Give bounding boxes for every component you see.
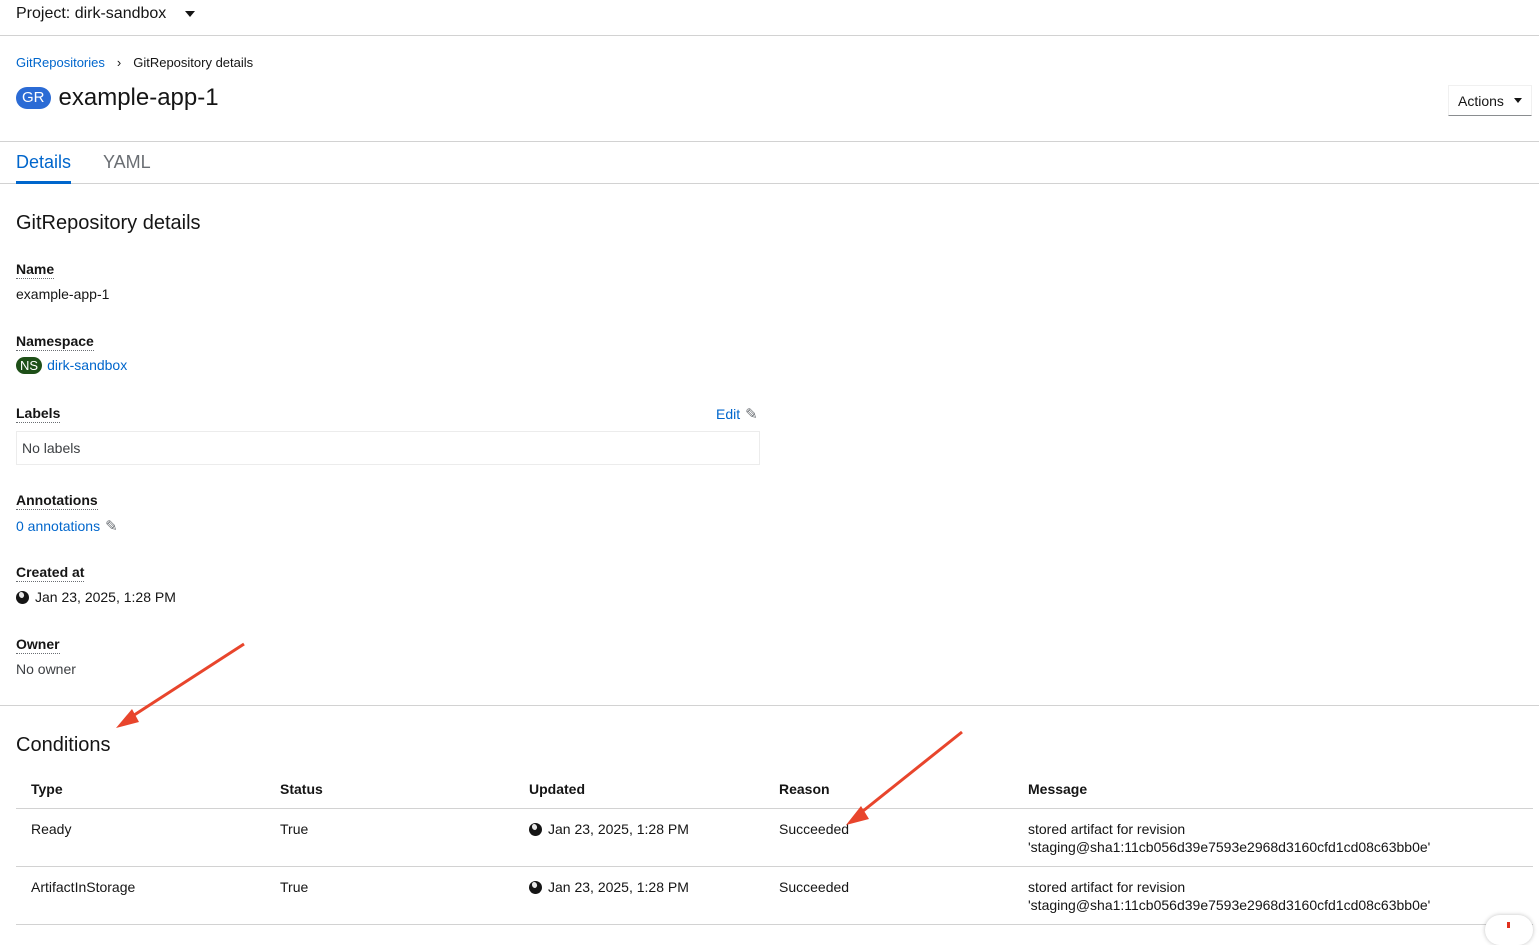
tab-yaml[interactable]: YAML — [103, 152, 151, 173]
condition-updated: Jan 23, 2025, 1:28 PM — [514, 866, 764, 925]
condition-status: True — [265, 866, 514, 925]
caret-down-icon — [1514, 98, 1522, 103]
condition-updated-timestamp: Jan 23, 2025, 1:28 PM — [548, 879, 689, 895]
column-header-reason: Reason — [764, 770, 1013, 809]
created-at-timestamp: Jan 23, 2025, 1:28 PM — [35, 589, 176, 605]
globe-icon — [529, 823, 542, 836]
conditions-section-title: Conditions — [16, 734, 111, 756]
namespace-link[interactable]: dirk-sandbox — [47, 357, 127, 373]
labels-edit-label: Edit — [716, 406, 741, 422]
condition-reason: Succeeded — [764, 866, 1013, 925]
name-value: example-app-1 — [16, 286, 110, 302]
conditions-table: Type Status Updated Reason Message Ready… — [16, 770, 1533, 925]
namespace-label: Namespace — [16, 333, 94, 351]
labels-edit-button[interactable]: Edit ✎ — [716, 405, 758, 423]
created-at-label: Created at — [16, 564, 85, 582]
actions-label: Actions — [1458, 92, 1504, 109]
caret-down-icon — [185, 11, 196, 17]
condition-message: stored artifact for revision 'staging@sha… — [1013, 808, 1533, 867]
condition-updated: Jan 23, 2025, 1:28 PM — [514, 808, 764, 867]
namespace-badge: NS — [16, 357, 43, 374]
annotation-arrow-conditions — [116, 642, 245, 728]
column-header-type: Type — [16, 770, 265, 809]
condition-type: ArtifactInStorage — [16, 866, 265, 925]
condition-reason: Succeeded — [764, 808, 1013, 867]
condition-message: stored artifact for revision 'staging@sha… — [1013, 866, 1533, 925]
annotations-value: 0 annotations ✎ — [16, 517, 118, 535]
column-header-message: Message — [1013, 770, 1533, 809]
breadcrumb-gitrepositories-link[interactable]: GitRepositories — [16, 55, 105, 70]
owner-label: Owner — [16, 636, 60, 654]
globe-icon — [529, 881, 542, 894]
page-title: example-app-1 — [58, 84, 219, 111]
annotations-label: Annotations — [16, 492, 98, 510]
resource-badge-gr: GR — [16, 87, 51, 109]
details-section-title: GitRepository details — [16, 212, 201, 234]
globe-icon — [16, 591, 29, 604]
pencil-icon[interactable]: ✎ — [105, 517, 118, 535]
breadcrumb-current: GitRepository details — [133, 55, 254, 70]
condition-type: Ready — [16, 808, 265, 867]
project-selector[interactable]: Project: dirk-sandbox — [16, 5, 196, 23]
project-bar: Project: dirk-sandbox — [0, 0, 1539, 36]
page-title-row: GR example-app-1 — [16, 84, 219, 112]
tab-details[interactable]: Details — [16, 152, 72, 184]
floating-help-button[interactable] — [1485, 915, 1533, 945]
actions-dropdown-button[interactable]: Actions — [1448, 85, 1532, 116]
condition-updated-timestamp: Jan 23, 2025, 1:28 PM — [548, 821, 689, 837]
chevron-right-icon: › — [116, 55, 122, 70]
created-at-value: Jan 23, 2025, 1:28 PM — [16, 589, 176, 605]
tab-bar: Details YAML — [0, 142, 1539, 184]
namespace-value: NS dirk-sandbox — [16, 357, 127, 374]
name-label: Name — [16, 261, 55, 279]
condition-status: True — [265, 808, 514, 867]
condition-message-line: 'staging@sha1:11cb056d39e7593e2968d3160c… — [1028, 839, 1431, 855]
table-row: Ready True Jan 23, 2025, 1:28 PM Succeed… — [16, 808, 1533, 867]
pencil-icon: ✎ — [745, 406, 758, 423]
table-header-row: Type Status Updated Reason Message — [16, 770, 1533, 809]
column-header-status: Status — [265, 770, 514, 809]
labels-value: No labels — [22, 440, 81, 456]
divider — [0, 705, 1539, 706]
breadcrumb: GitRepositories › GitRepository details — [16, 55, 253, 70]
condition-message-line: stored artifact for revision — [1028, 879, 1186, 895]
table-row: ArtifactInStorage True Jan 23, 2025, 1:2… — [16, 866, 1533, 925]
labels-label: Labels — [16, 405, 61, 423]
labels-box: No labels — [16, 431, 760, 465]
condition-message-line: 'staging@sha1:11cb056d39e7593e2968d3160c… — [1028, 897, 1431, 913]
condition-message-line: stored artifact for revision — [1028, 821, 1186, 837]
owner-value: No owner — [16, 661, 76, 677]
annotations-link[interactable]: 0 annotations — [16, 518, 100, 534]
column-header-updated: Updated — [514, 770, 764, 809]
project-label: Project: dirk-sandbox — [16, 5, 167, 22]
